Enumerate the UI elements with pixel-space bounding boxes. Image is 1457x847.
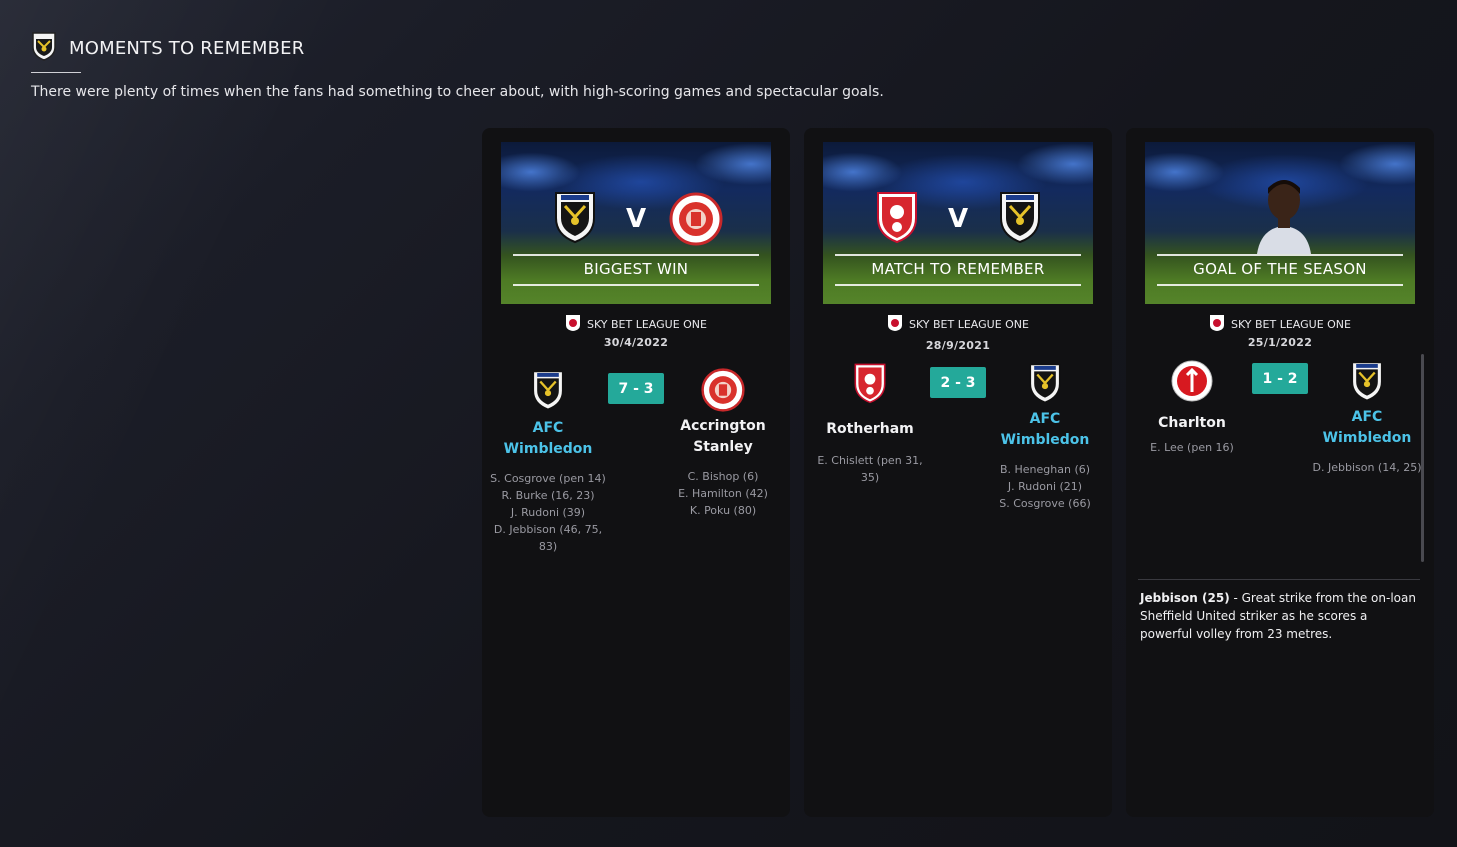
team-name-line1: AFC: [1351, 409, 1383, 425]
scorer: S. Cosgrove (66): [999, 497, 1091, 510]
afc-wimbledon-crest-icon: [998, 190, 1042, 248]
match-date: 30/4/2022: [603, 336, 669, 349]
team-name-line2: Wimbledon: [1000, 432, 1090, 448]
page-header: MOMENTS TO REMEMBER: [31, 32, 304, 73]
divider: [1138, 579, 1420, 580]
league-logo-icon: [887, 314, 903, 335]
scorers-list: S. Cosgrove (pen 14) R. Burke (16, 23) J…: [483, 470, 613, 555]
home-team[interactable]: Charlton E. Lee (pen 16): [1127, 359, 1257, 456]
competition-name: SKY BET LEAGUE ONE: [908, 318, 1029, 331]
scorer: C. Bishop (6): [687, 470, 759, 483]
team-name-line2: Wimbledon: [503, 441, 593, 457]
competition-name: SKY BET LEAGUE ONE: [586, 318, 707, 331]
team-name-line2: Wimbledon: [1322, 430, 1412, 446]
team-name-line2: Stanley: [693, 439, 753, 455]
scorer: E. Lee (pen 16): [1150, 441, 1234, 454]
away-team[interactable]: AFC Wimbledon D. Jebbison (14, 25): [1302, 359, 1432, 476]
competition: SKY BET LEAGUE ONE: [482, 314, 790, 335]
away-team[interactable]: Accrington Stanley C. Bishop (6) E. Hamil…: [658, 368, 788, 519]
accrington-stanley-crest-icon: [669, 192, 723, 250]
moment-card-goal-of-the-season[interactable]: GOAL OF THE SEASON SKY BET LEAGUE ONE 25…: [1126, 128, 1434, 817]
competition-name: SKY BET LEAGUE ONE: [1230, 318, 1351, 331]
rotherham-crest-icon: [853, 363, 887, 409]
banner-goal-of-the-season: GOAL OF THE SEASON: [1145, 142, 1415, 304]
scorer: B. Heneghan (6): [999, 463, 1091, 476]
team-name-line1: Accrington: [680, 418, 766, 434]
banner-line-top: [835, 254, 1081, 256]
player-portrait: [1253, 172, 1315, 254]
home-team[interactable]: AFC Wimbledon S. Cosgrove (pen 14) R. Bur…: [483, 368, 613, 555]
accrington-stanley-crest-icon: [701, 368, 745, 416]
page-description: There were plenty of times when the fans…: [31, 84, 884, 100]
goal-description: Jebbison (25) - Great strike from the on…: [1140, 589, 1420, 643]
banner-line-top: [1157, 254, 1403, 256]
competition: SKY BET LEAGUE ONE: [1126, 314, 1434, 335]
scorer: E. Hamilton (42): [678, 487, 768, 500]
home-team[interactable]: Rotherham E. Chislett (pen 31, 35): [805, 361, 935, 486]
banner-line-bottom: [835, 284, 1081, 286]
scorers-list: E. Chislett (pen 31, 35): [805, 452, 935, 486]
team-name-line1: AFC: [1029, 411, 1061, 427]
league-logo-icon: [565, 314, 581, 335]
moment-card-match-to-remember[interactable]: V MATCH TO REMEMBER SKY BET LEAGUE ONE 2…: [804, 128, 1112, 817]
versus-label: V: [947, 204, 969, 234]
score-badge[interactable]: 7 - 3: [608, 373, 664, 404]
page-title: MOMENTS TO REMEMBER: [69, 37, 305, 59]
scorer: D. Jebbison (46, 75,: [493, 523, 603, 536]
scorer: R. Burke (16, 23): [501, 489, 595, 502]
scorer: J. Rudoni (39): [510, 506, 586, 519]
score-badge[interactable]: 1 - 2: [1252, 363, 1308, 394]
league-logo-icon: [1209, 314, 1225, 335]
scorers-list: C. Bishop (6) E. Hamilton (42) K. Poku (…: [658, 468, 788, 519]
banner-title: MATCH TO REMEMBER: [871, 260, 1045, 278]
team-name-line1: Charlton: [1158, 415, 1226, 431]
banner-title: BIGGEST WIN: [583, 260, 689, 278]
banner-line-top: [513, 254, 759, 256]
scorers-list: B. Heneghan (6) J. Rudoni (21) S. Cosgro…: [980, 461, 1110, 512]
charlton-crest-icon: [1170, 360, 1214, 407]
scorer: J. Rudoni (21): [1007, 480, 1083, 493]
afc-wimbledon-crest-icon: [1028, 363, 1062, 409]
scorers-list: E. Lee (pen 16): [1127, 439, 1257, 456]
competition: SKY BET LEAGUE ONE: [804, 314, 1112, 335]
team-name-line1: AFC: [532, 420, 564, 436]
goal-title: Jebbison (25): [1140, 591, 1230, 605]
moment-card-biggest-win[interactable]: V BIGGEST WIN SKY BET LEAGUE ONE 30/4/20…: [482, 128, 790, 817]
away-team[interactable]: AFC Wimbledon B. Heneghan (6) J. Rudoni (…: [980, 361, 1110, 512]
scorer: 83): [538, 540, 558, 553]
scorer: E. Chislett (pen 31,: [817, 454, 923, 467]
scorers-list: D. Jebbison (14, 25): [1302, 459, 1432, 476]
afc-wimbledon-crest-icon: [531, 370, 565, 416]
banner-line-bottom: [1157, 284, 1403, 286]
scorer: D. Jebbison (14, 25): [1312, 461, 1422, 474]
team-name-line1: Rotherham: [826, 421, 914, 437]
score-badge[interactable]: 2 - 3: [930, 367, 986, 398]
scrollbar[interactable]: [1421, 354, 1424, 562]
banner-line-bottom: [513, 284, 759, 286]
title-underline: [31, 72, 81, 73]
scorer: 35): [860, 471, 880, 484]
versus-label: V: [625, 204, 647, 234]
banner-title: GOAL OF THE SEASON: [1193, 260, 1367, 278]
banner-match-to-remember: V MATCH TO REMEMBER: [823, 142, 1093, 304]
scorer: S. Cosgrove (pen 14): [490, 472, 606, 485]
match-date: 28/9/2021: [925, 339, 991, 352]
club-crest-icon: [31, 31, 57, 65]
match-date: 25/1/2022: [1247, 336, 1313, 349]
afc-wimbledon-crest-icon: [1350, 361, 1384, 407]
banner-biggest-win: V BIGGEST WIN: [501, 142, 771, 304]
scorer: K. Poku (80): [689, 504, 757, 517]
